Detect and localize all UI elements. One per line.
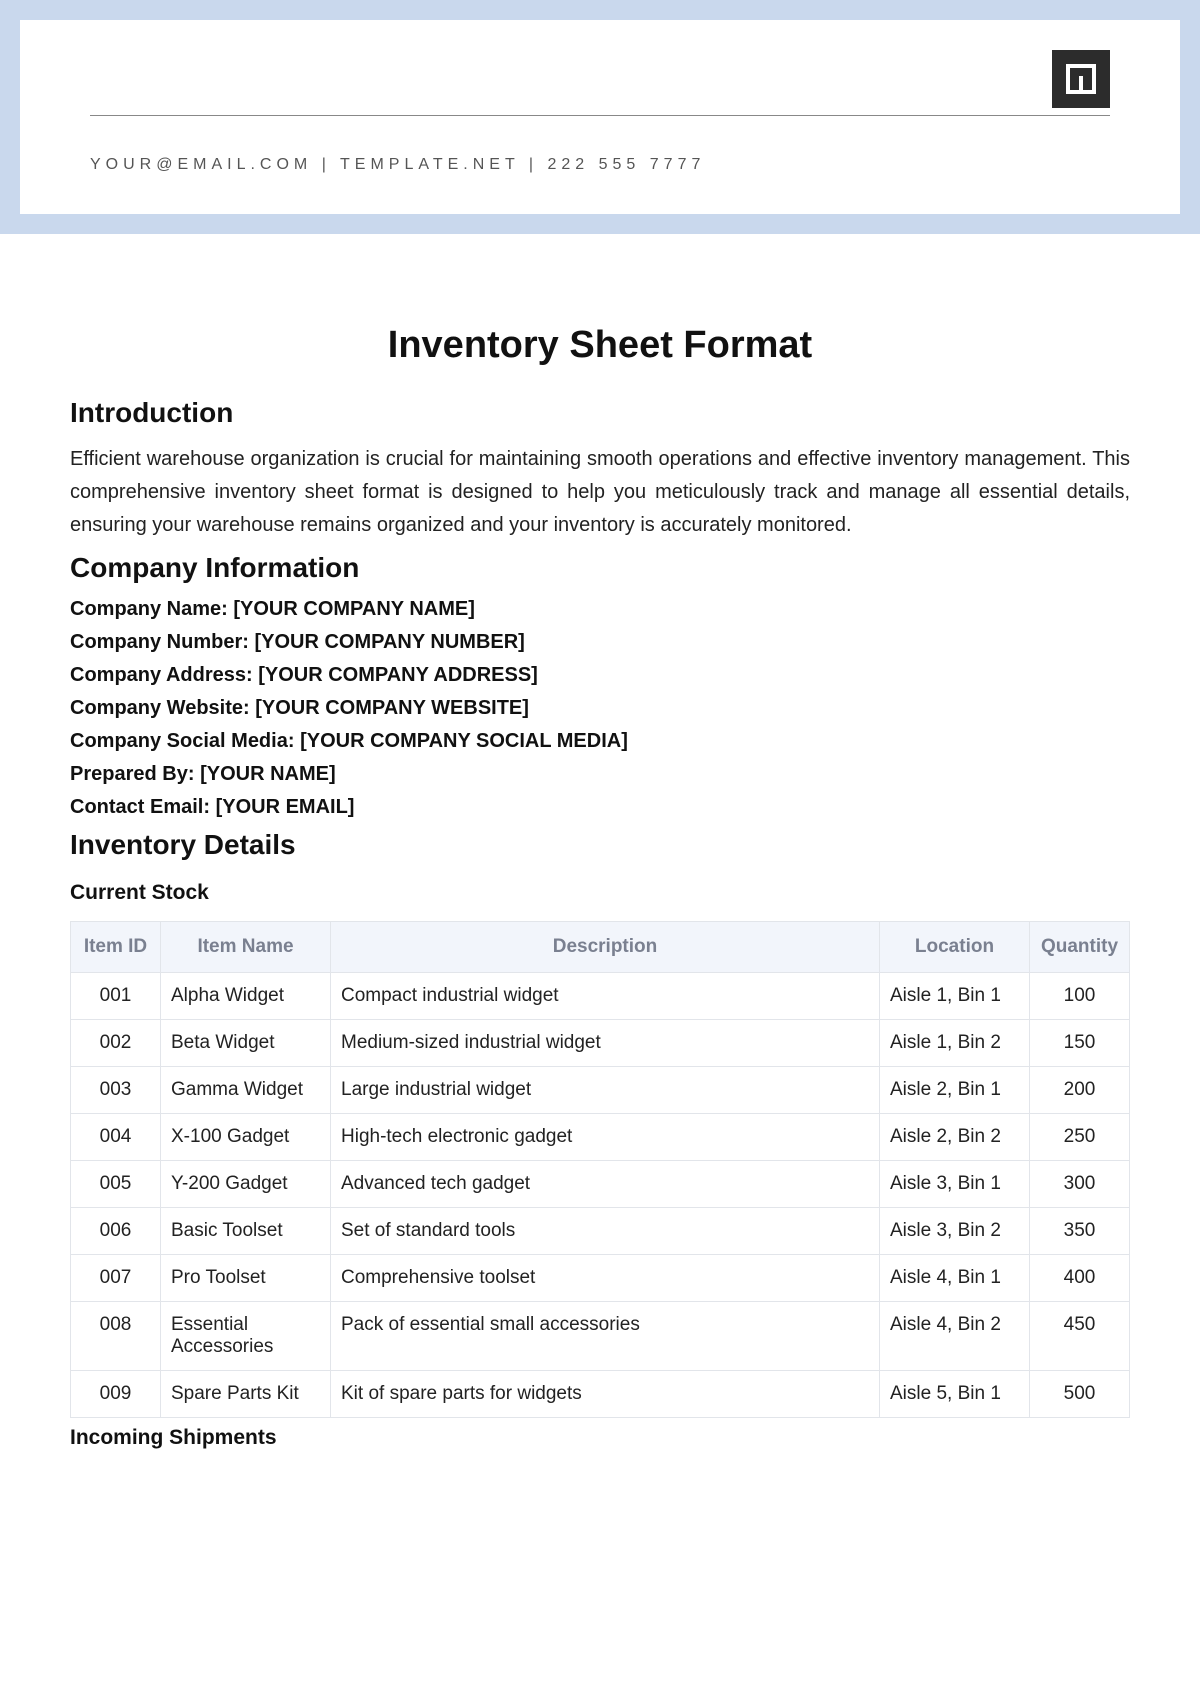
info-value: [YOUR COMPANY ADDRESS] bbox=[258, 664, 538, 686]
table-row: 006Basic ToolsetSet of standard toolsAis… bbox=[71, 1208, 1130, 1255]
table-cell: Basic Toolset bbox=[161, 1208, 331, 1255]
table-cell: 007 bbox=[71, 1255, 161, 1302]
table-cell: Kit of spare parts for widgets bbox=[331, 1371, 880, 1418]
inventory-heading: Inventory Details bbox=[70, 829, 1130, 861]
info-value: [YOUR NAME] bbox=[200, 763, 336, 785]
column-header: Item ID bbox=[71, 922, 161, 973]
company-info-heading: Company Information bbox=[70, 552, 1130, 584]
table-row: 007Pro ToolsetComprehensive toolsetAisle… bbox=[71, 1255, 1130, 1302]
info-value: [YOUR COMPANY NAME] bbox=[233, 598, 474, 620]
column-header: Quantity bbox=[1030, 922, 1130, 973]
table-cell: 009 bbox=[71, 1371, 161, 1418]
table-row: 009Spare Parts KitKit of spare parts for… bbox=[71, 1371, 1130, 1418]
table-cell: Beta Widget bbox=[161, 1020, 331, 1067]
intro-heading: Introduction bbox=[70, 397, 1130, 429]
table-cell: Spare Parts Kit bbox=[161, 1371, 331, 1418]
column-header: Location bbox=[880, 922, 1030, 973]
table-row: 003Gamma WidgetLarge industrial widgetAi… bbox=[71, 1067, 1130, 1114]
info-value: [YOUR COMPANY SOCIAL MEDIA] bbox=[300, 730, 628, 752]
table-cell: 008 bbox=[71, 1302, 161, 1371]
table-cell: Advanced tech gadget bbox=[331, 1161, 880, 1208]
intro-text: Efficient warehouse organization is cruc… bbox=[70, 443, 1130, 542]
info-label: Company Number: bbox=[70, 631, 254, 653]
company-info-item: Contact Email: [YOUR EMAIL] bbox=[70, 796, 1130, 819]
company-info-list: Company Name: [YOUR COMPANY NAME]Company… bbox=[70, 598, 1130, 819]
table-cell: Essential Accessories bbox=[161, 1302, 331, 1371]
table-cell: 001 bbox=[71, 973, 161, 1020]
table-cell: 250 bbox=[1030, 1114, 1130, 1161]
info-label: Company Name: bbox=[70, 598, 233, 620]
table-cell: 006 bbox=[71, 1208, 161, 1255]
header-banner: YOUR@EMAIL.COM | TEMPLATE.NET | 222 555 … bbox=[0, 0, 1200, 234]
table-row: 005Y-200 GadgetAdvanced tech gadgetAisle… bbox=[71, 1161, 1130, 1208]
document-title: Inventory Sheet Format bbox=[70, 324, 1130, 367]
incoming-shipments-heading: Incoming Shipments bbox=[70, 1426, 1130, 1450]
header-inner: YOUR@EMAIL.COM | TEMPLATE.NET | 222 555 … bbox=[20, 20, 1180, 214]
company-info-item: Company Number: [YOUR COMPANY NUMBER] bbox=[70, 631, 1130, 654]
table-cell: Aisle 1, Bin 2 bbox=[880, 1020, 1030, 1067]
table-row: 008Essential AccessoriesPack of essentia… bbox=[71, 1302, 1130, 1371]
table-cell: 350 bbox=[1030, 1208, 1130, 1255]
info-label: Company Address: bbox=[70, 664, 258, 686]
column-header: Item Name bbox=[161, 922, 331, 973]
table-cell: Medium-sized industrial widget bbox=[331, 1020, 880, 1067]
table-cell: 002 bbox=[71, 1020, 161, 1067]
table-cell: 200 bbox=[1030, 1067, 1130, 1114]
table-cell: Gamma Widget bbox=[161, 1067, 331, 1114]
table-cell: Y-200 Gadget bbox=[161, 1161, 331, 1208]
table-body: 001Alpha WidgetCompact industrial widget… bbox=[71, 973, 1130, 1418]
table-row: 001Alpha WidgetCompact industrial widget… bbox=[71, 973, 1130, 1020]
table-cell: Aisle 5, Bin 1 bbox=[880, 1371, 1030, 1418]
table-cell: Aisle 2, Bin 2 bbox=[880, 1114, 1030, 1161]
company-info-item: Company Social Media: [YOUR COMPANY SOCI… bbox=[70, 730, 1130, 753]
table-cell: 500 bbox=[1030, 1371, 1130, 1418]
header-divider bbox=[90, 115, 1110, 116]
table-cell: Aisle 1, Bin 1 bbox=[880, 973, 1030, 1020]
info-value: [YOUR COMPANY WEBSITE] bbox=[255, 697, 529, 719]
table-cell: High-tech electronic gadget bbox=[331, 1114, 880, 1161]
table-cell: Aisle 2, Bin 1 bbox=[880, 1067, 1030, 1114]
table-row: 002Beta WidgetMedium-sized industrial wi… bbox=[71, 1020, 1130, 1067]
table-row: 004X-100 GadgetHigh-tech electronic gadg… bbox=[71, 1114, 1130, 1161]
table-cell: 003 bbox=[71, 1067, 161, 1114]
table-cell: 005 bbox=[71, 1161, 161, 1208]
table-cell: 150 bbox=[1030, 1020, 1130, 1067]
company-info-item: Company Name: [YOUR COMPANY NAME] bbox=[70, 598, 1130, 621]
company-info-item: Company Address: [YOUR COMPANY ADDRESS] bbox=[70, 664, 1130, 687]
info-label: Prepared By: bbox=[70, 763, 200, 785]
info-label: Company Website: bbox=[70, 697, 255, 719]
table-cell: Pack of essential small accessories bbox=[331, 1302, 880, 1371]
table-header-row: Item IDItem NameDescriptionLocationQuant… bbox=[71, 922, 1130, 973]
info-label: Contact Email: bbox=[70, 796, 216, 818]
document-content: Inventory Sheet Format Introduction Effi… bbox=[0, 234, 1200, 1470]
table-cell: Aisle 4, Bin 1 bbox=[880, 1255, 1030, 1302]
company-info-item: Prepared By: [YOUR NAME] bbox=[70, 763, 1130, 786]
info-value: [YOUR EMAIL] bbox=[216, 796, 355, 818]
info-value: [YOUR COMPANY NUMBER] bbox=[254, 631, 524, 653]
table-cell: Compact industrial widget bbox=[331, 973, 880, 1020]
table-cell: Aisle 3, Bin 1 bbox=[880, 1161, 1030, 1208]
table-cell: 400 bbox=[1030, 1255, 1130, 1302]
table-cell: Pro Toolset bbox=[161, 1255, 331, 1302]
table-cell: 300 bbox=[1030, 1161, 1130, 1208]
logo-icon bbox=[1052, 50, 1110, 108]
current-stock-heading: Current Stock bbox=[70, 881, 1130, 905]
table-cell: Alpha Widget bbox=[161, 973, 331, 1020]
table-cell: Aisle 3, Bin 2 bbox=[880, 1208, 1030, 1255]
inventory-table: Item IDItem NameDescriptionLocationQuant… bbox=[70, 921, 1130, 1418]
table-cell: 450 bbox=[1030, 1302, 1130, 1371]
table-cell: Comprehensive toolset bbox=[331, 1255, 880, 1302]
table-cell: Aisle 4, Bin 2 bbox=[880, 1302, 1030, 1371]
contact-info: YOUR@EMAIL.COM | TEMPLATE.NET | 222 555 … bbox=[90, 156, 1110, 174]
table-cell: 004 bbox=[71, 1114, 161, 1161]
company-info-item: Company Website: [YOUR COMPANY WEBSITE] bbox=[70, 697, 1130, 720]
table-cell: Set of standard tools bbox=[331, 1208, 880, 1255]
table-cell: X-100 Gadget bbox=[161, 1114, 331, 1161]
table-cell: Large industrial widget bbox=[331, 1067, 880, 1114]
info-label: Company Social Media: bbox=[70, 730, 300, 752]
table-cell: 100 bbox=[1030, 973, 1130, 1020]
column-header: Description bbox=[331, 922, 880, 973]
